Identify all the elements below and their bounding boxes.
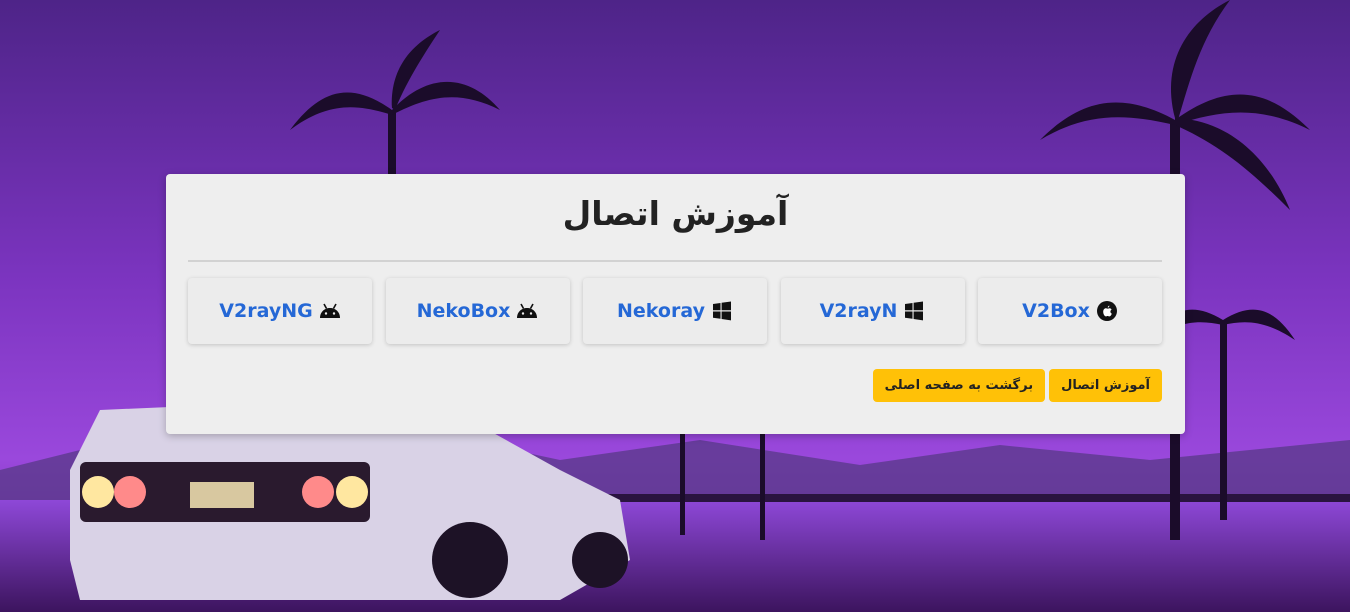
client-tile-v2box[interactable]: V2Box — [978, 278, 1162, 344]
client-tile-nekobox[interactable]: NekoBox — [385, 278, 570, 344]
client-list: V2Box V2rayN Nekoray NekoBox V2rayNG — [188, 278, 1162, 344]
client-tile-nekoray[interactable]: Nekoray — [583, 278, 767, 344]
action-buttons: آموزش اتصال برگشت به صفحه اصلی — [872, 369, 1162, 402]
client-label: V2rayNG — [219, 300, 313, 322]
android-icon — [319, 300, 341, 322]
page-title: آموزش اتصال — [562, 194, 789, 233]
client-tile-v2rayn[interactable]: V2rayN — [780, 278, 965, 344]
divider — [188, 260, 1162, 262]
tutorial-button[interactable]: آموزش اتصال — [1049, 369, 1162, 402]
apple-icon — [1096, 300, 1118, 322]
back-home-button[interactable]: برگشت به صفحه اصلی — [872, 369, 1046, 402]
client-label: V2Box — [1022, 300, 1090, 322]
client-tile-v2rayng[interactable]: V2rayNG — [188, 278, 372, 344]
client-label: NekoBox — [416, 300, 511, 322]
connection-tutorial-card: آموزش اتصال V2Box V2rayN Nekoray NekoBox… — [166, 174, 1185, 434]
client-label: Nekoray — [617, 300, 705, 322]
windows-icon — [903, 300, 925, 322]
client-label: V2rayN — [819, 300, 898, 322]
windows-icon — [711, 300, 733, 322]
android-icon — [516, 300, 538, 322]
